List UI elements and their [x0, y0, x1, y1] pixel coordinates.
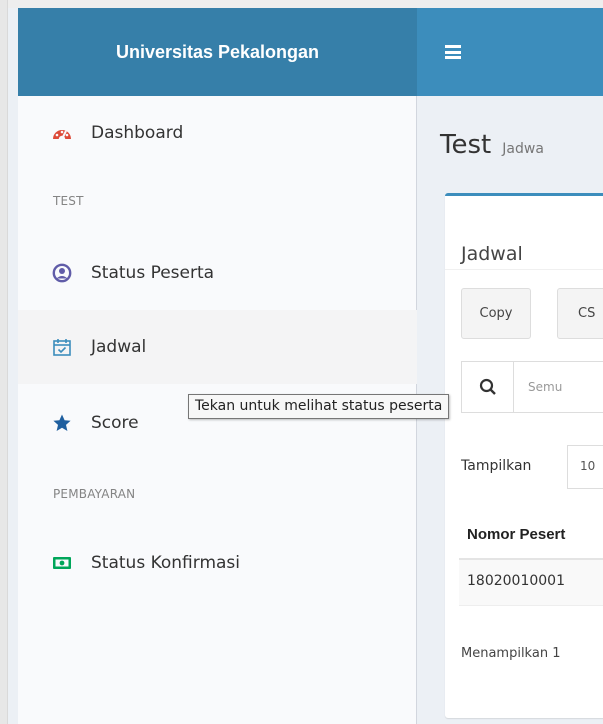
- show-entries-select[interactable]: 10: [567, 445, 603, 489]
- show-entries-label: Tampilkan: [461, 458, 532, 474]
- page-title-sub: Jadwa: [502, 141, 544, 157]
- page-title-main: Test: [440, 130, 492, 160]
- box-divider: [445, 269, 603, 270]
- top-edge: [8, 0, 603, 8]
- copy-button[interactable]: Copy: [461, 288, 531, 339]
- sidebar-item-dashboard[interactable]: Dashboard: [18, 96, 417, 170]
- tooltip: Tekan untuk melihat status peserta: [188, 394, 450, 419]
- money-icon: [51, 552, 73, 574]
- table-cell-nomor-peserta: 18020010001: [467, 573, 565, 589]
- sidebar-item-jadwal[interactable]: Jadwal: [18, 310, 417, 384]
- table-info: Menampilkan 1: [461, 646, 561, 661]
- csv-button[interactable]: CS: [557, 288, 603, 339]
- app-logo[interactable]: Universitas Pekalongan: [18, 8, 417, 96]
- box-title: Jadwal: [461, 243, 523, 265]
- table-header[interactable]: Nomor Pesert: [459, 510, 603, 560]
- sidebar-item-label: Status Konfirmasi: [91, 553, 241, 573]
- menu-header-pembayaran: PEMBAYARAN: [53, 487, 136, 501]
- menu-header-test: TEST: [53, 194, 84, 208]
- csv-button-label: CS: [578, 306, 596, 321]
- dashboard-icon: [51, 122, 73, 144]
- copy-button-label: Copy: [479, 306, 513, 321]
- jadwal-box: Jadwal Copy CS Semu Tampilkan 10 Nomor P…: [445, 193, 603, 718]
- sidebar-item-label: Jadwal: [91, 337, 147, 357]
- column-header-nomor-peserta: Nomor Pesert: [467, 526, 566, 543]
- page-title: Test Jadwa: [440, 130, 544, 160]
- app-logo-text: Universitas Pekalongan: [115, 41, 320, 62]
- left-edge: [0, 0, 8, 724]
- search-input[interactable]: Semu: [528, 380, 562, 394]
- star-icon: [51, 412, 73, 434]
- user-circle-icon: [51, 262, 73, 284]
- sidebar-item-label: Status Peserta: [91, 263, 215, 283]
- table-row: 18020010001: [459, 560, 603, 606]
- sidebar-item-status-peserta[interactable]: Status Peserta: [18, 236, 417, 310]
- calendar-check-icon: [51, 336, 73, 358]
- menu-toggle-icon[interactable]: [445, 45, 461, 59]
- sidebar-item-status-konfirmasi[interactable]: Status Konfirmasi: [18, 526, 417, 600]
- search-box[interactable]: Semu: [461, 361, 603, 413]
- sidebar-item-label: Dashboard: [91, 123, 184, 143]
- top-navbar: [417, 8, 603, 96]
- sidebar-item-label: Score: [91, 413, 139, 433]
- search-icon: [462, 362, 514, 412]
